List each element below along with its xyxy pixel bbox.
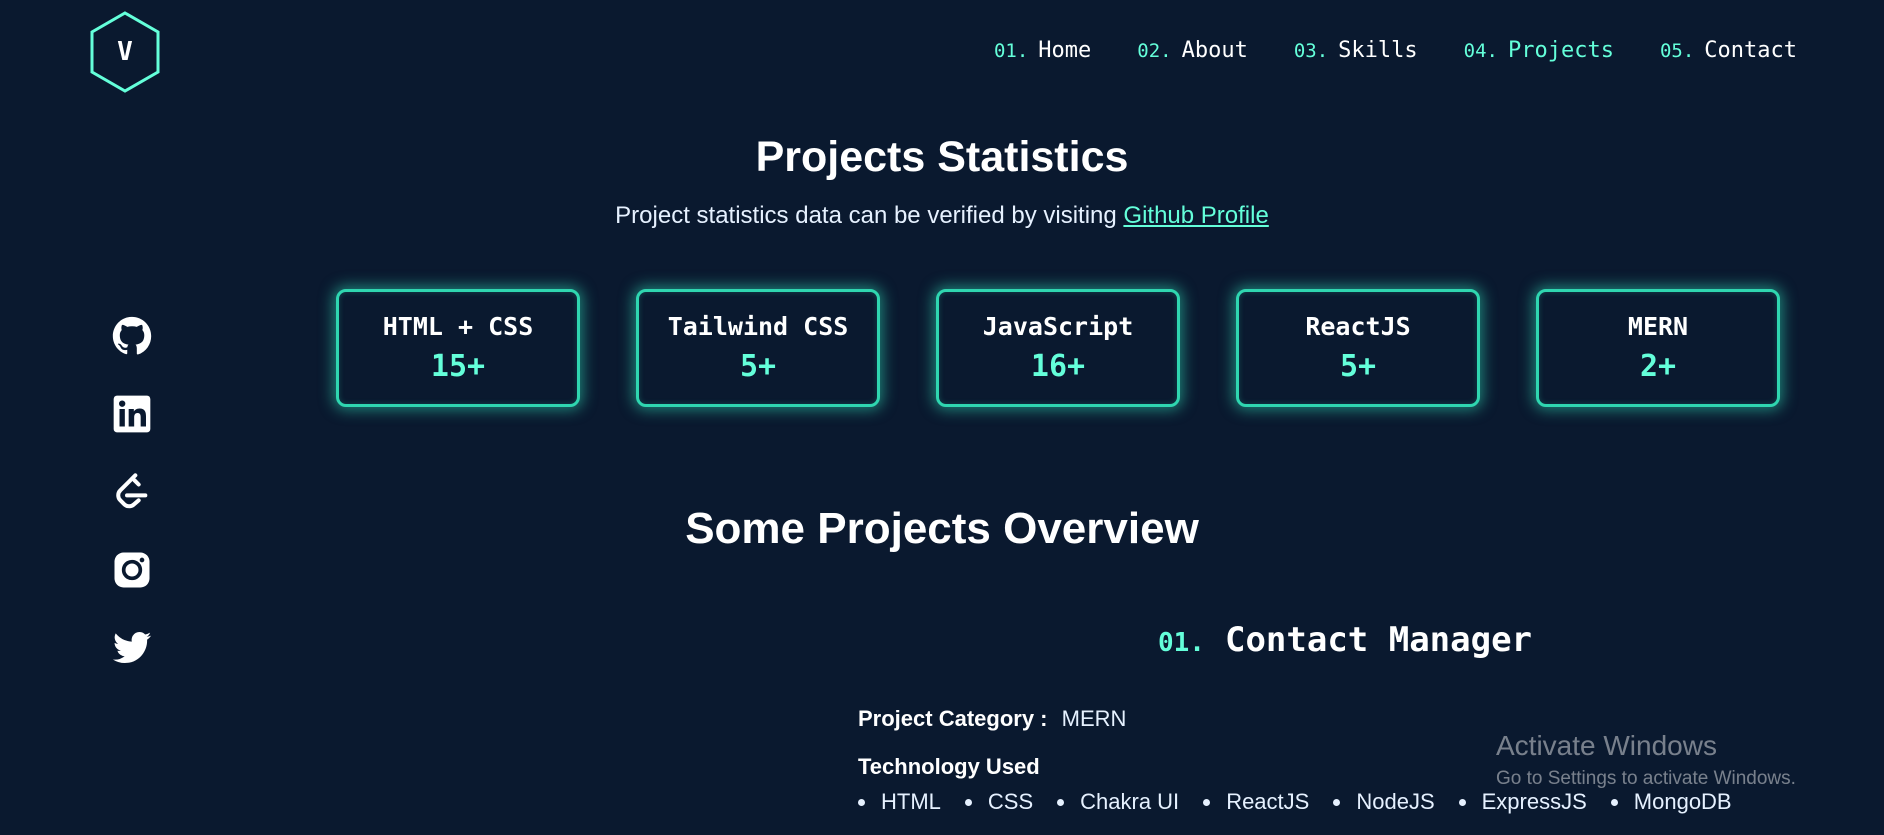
logo-letter: V [117,37,133,67]
stat-card: MERN 2+ [1536,289,1780,407]
technology-item: CSS [965,789,1033,815]
activation-watermark: Activate Windows Go to Settings to activ… [1496,730,1796,790]
technology-item: ExpressJS [1459,789,1587,815]
social-sidebar [112,316,154,668]
nav-number: 02. [1137,40,1172,62]
nav-number: 01. [993,40,1029,62]
project-category-value: MERN [1061,706,1127,731]
twitter-icon[interactable] [112,628,154,668]
nav-item-home[interactable]: 01. Home [994,38,1091,63]
project-name: Contact Manager [1224,620,1533,660]
nav-item-about[interactable]: 02. About [1137,38,1248,63]
nav-label: Home [1038,38,1092,63]
project-category-label: Project Category : [858,706,1048,731]
nav-number: 04. [1463,40,1498,62]
top-nav: 01. Home 02. About 03. Skills 04. Projec… [994,38,1797,63]
nav-number: 03. [1293,40,1329,62]
stat-card-label: Tailwind CSS [667,312,849,341]
stat-card: Tailwind CSS 5+ [636,289,880,407]
nav-label: About [1181,38,1248,63]
stat-card-label: HTML + CSS [382,312,534,341]
technology-item: HTML [858,789,941,815]
stats-cards: HTML + CSS 15+ Tailwind CSS 5+ JavaScrip… [336,289,1780,407]
stat-card: HTML + CSS 15+ [336,289,580,407]
nav-label: Skills [1338,38,1418,63]
project-heading: 01. Contact Manager [1158,620,1532,660]
technology-item: MongoDB [1611,789,1732,815]
stat-card-label: ReactJS [1305,312,1411,341]
stat-card-label: JavaScript [982,312,1134,341]
nav-item-projects[interactable]: 04. Projects [1464,38,1614,63]
stat-card: JavaScript 16+ [936,289,1180,407]
github-icon[interactable] [112,316,154,356]
watermark-title: Activate Windows [1496,730,1717,761]
stat-card-value: 16+ [1030,349,1086,384]
instagram-icon[interactable] [112,550,154,590]
stats-subtitle-text: Project statistics data can be verified … [615,202,1117,229]
stat-card-label: MERN [1627,312,1689,341]
logo[interactable]: V [88,10,162,94]
stat-card-value: 5+ [739,349,777,384]
stat-card: ReactJS 5+ [1236,289,1480,407]
github-profile-link[interactable]: Github Profile [1123,202,1268,229]
technology-list: HTML CSS Chakra UI ReactJS NodeJS Expres… [858,789,1732,815]
nav-item-skills[interactable]: 03. Skills [1294,38,1418,63]
technology-heading: Technology Used [858,754,1040,779]
stats-subtitle: Project statistics data can be verified … [0,202,1884,230]
stat-card-value: 5+ [1339,349,1377,384]
watermark-subtitle: Go to Settings to activate Windows. [1496,768,1796,789]
stats-title: Projects Statistics [755,133,1129,181]
project-category: Project Category : MERN [858,706,1126,732]
technology-item: ReactJS [1203,789,1309,815]
stat-card-value: 15+ [430,349,486,384]
technology-item: Chakra UI [1057,789,1179,815]
nav-number: 05. [1659,40,1695,62]
nav-label: Projects [1507,38,1614,63]
technology-item: NodeJS [1333,789,1434,815]
overview-title: Some Projects Overview [685,504,1199,553]
linkedin-icon[interactable] [112,394,154,434]
stat-card-value: 2+ [1639,349,1677,384]
nav-label: Contact [1704,38,1797,63]
nav-item-contact[interactable]: 05. Contact [1660,38,1797,63]
project-number: 01. [1158,628,1205,658]
